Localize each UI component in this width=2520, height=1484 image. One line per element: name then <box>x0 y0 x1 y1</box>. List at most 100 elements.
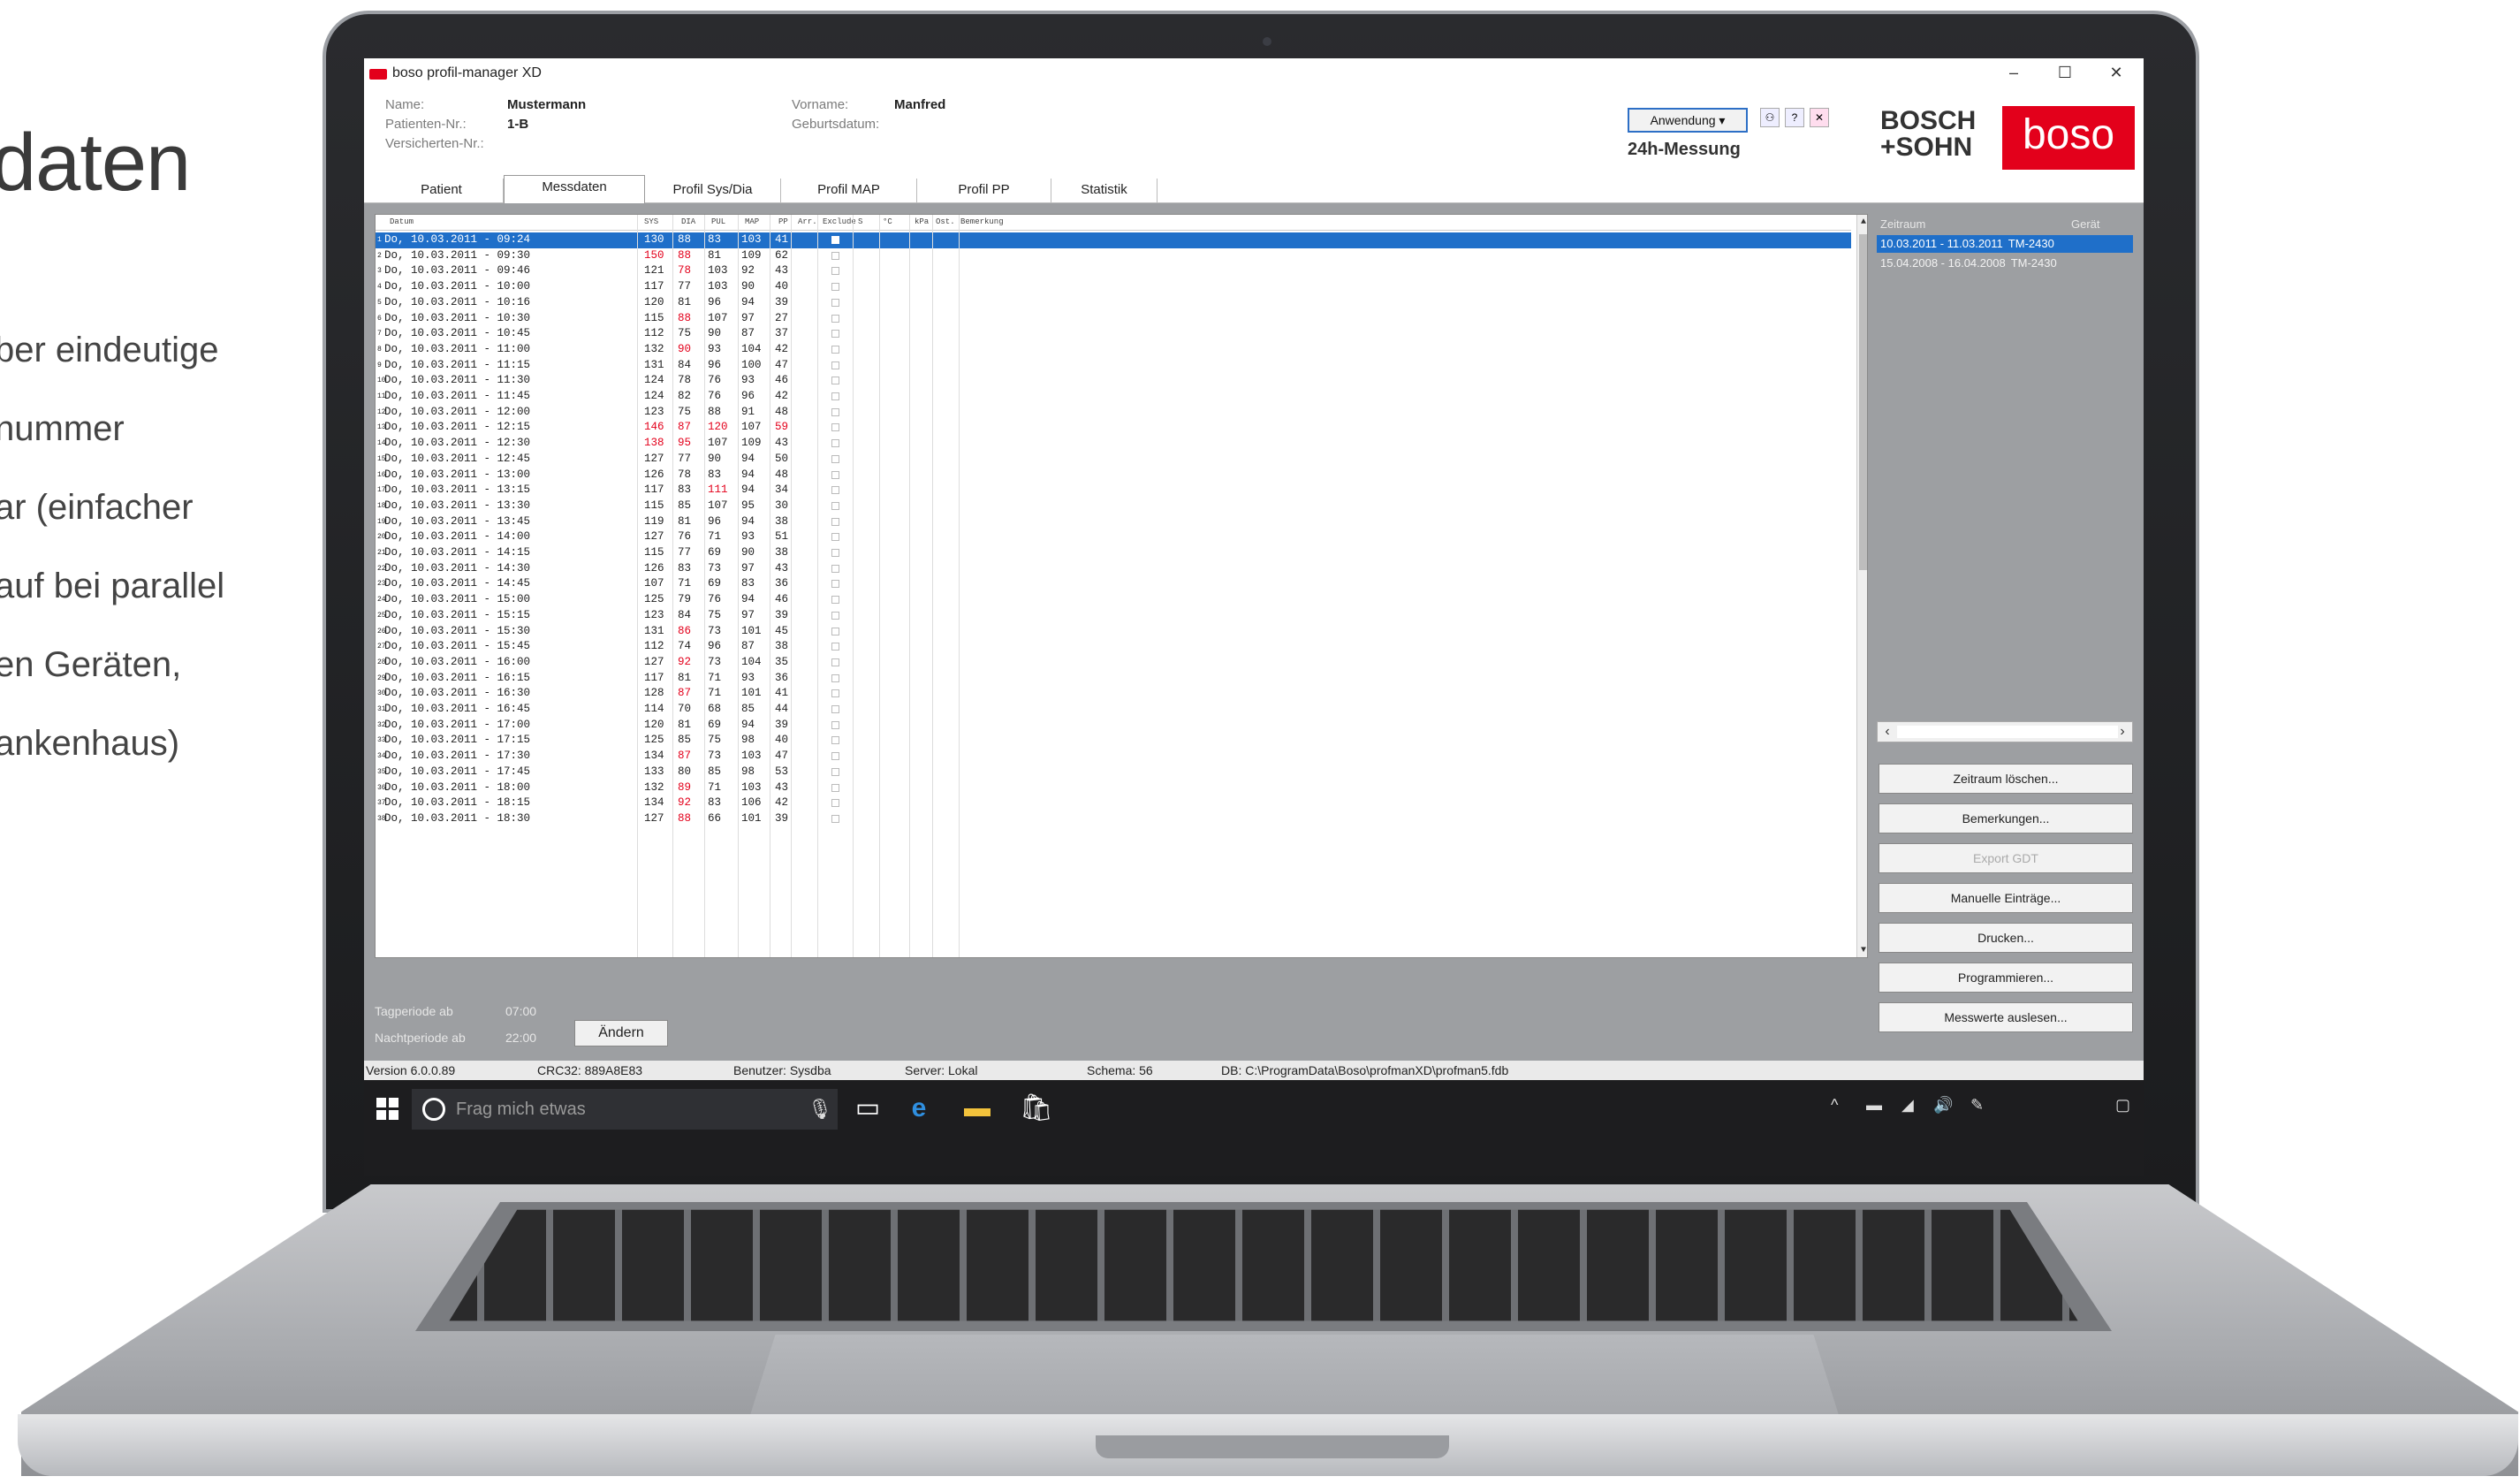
table-row[interactable]: 8 Do, 10.03.2011 - 11:00 132 90 93 104 42 <box>376 342 1851 358</box>
pen-icon[interactable]: ✎ <box>1970 1096 1984 1115</box>
scroll-thumb[interactable] <box>1859 234 1867 570</box>
table-row[interactable]: 21 Do, 10.03.2011 - 14:15 115 77 69 90 38 <box>376 545 1851 561</box>
tab-messdaten[interactable]: Messdaten <box>504 175 645 203</box>
table-row[interactable]: 3 Do, 10.03.2011 - 09:46 121 78 103 92 43 <box>376 263 1851 279</box>
exit-icon[interactable]: ✕ <box>1810 108 1829 127</box>
col-header[interactable]: °C <box>883 217 892 226</box>
exclude-checkbox[interactable] <box>831 330 839 339</box>
table-row[interactable]: 20 Do, 10.03.2011 - 14:00 127 76 71 93 51 <box>376 529 1851 545</box>
scroll-up-icon[interactable]: ▲ <box>1857 217 1867 229</box>
exclude-checkbox[interactable] <box>831 658 839 666</box>
table-row[interactable]: 34 Do, 10.03.2011 - 17:30 134 87 73 103 47 <box>376 749 1851 765</box>
microphone-icon[interactable]: 🎙 <box>808 1098 832 1121</box>
exclude-checkbox[interactable] <box>831 454 839 463</box>
exclude-checkbox[interactable] <box>831 767 839 776</box>
exclude-checkbox[interactable] <box>831 643 839 651</box>
edge-icon[interactable]: e <box>903 1092 935 1124</box>
horizontal-scrollbar[interactable]: ‹ › <box>1877 721 2133 742</box>
exclude-checkbox[interactable] <box>831 439 839 448</box>
search-box[interactable]: Frag mich etwas 🎙 <box>412 1089 838 1130</box>
col-header[interactable]: PP <box>778 217 788 226</box>
exclude-checkbox[interactable] <box>831 814 839 823</box>
table-row[interactable]: 32 Do, 10.03.2011 - 17:00 120 81 69 94 39 <box>376 718 1851 734</box>
table-row[interactable]: 1 Do, 10.03.2011 - 09:24 130 88 83 103 41 <box>376 232 1851 248</box>
col-header[interactable]: SYS <box>644 217 658 226</box>
table-row[interactable]: 29 Do, 10.03.2011 - 16:15 117 81 71 93 36 <box>376 671 1851 687</box>
exclude-checkbox[interactable] <box>831 549 839 557</box>
col-header[interactable]: PUL <box>711 217 725 226</box>
exclude-checkbox[interactable] <box>831 799 839 808</box>
battery-icon[interactable]: ▬ <box>1866 1096 1882 1115</box>
table-row[interactable]: 13 Do, 10.03.2011 - 12:15 146 87 120 107 59 <box>376 420 1851 436</box>
col-header[interactable]: Bemerkung <box>960 217 1004 226</box>
exclude-checkbox[interactable] <box>831 361 839 369</box>
table-row[interactable]: 6 Do, 10.03.2011 - 10:30 115 88 107 97 27 <box>376 311 1851 327</box>
manuelle-einträge-button[interactable]: Manuelle Einträge... <box>1879 883 2133 913</box>
exclude-checkbox[interactable] <box>831 470 839 479</box>
table-row[interactable]: 35 Do, 10.03.2011 - 17:45 133 80 85 98 53 <box>376 765 1851 780</box>
exclude-checkbox[interactable] <box>831 627 839 635</box>
table-row[interactable]: 17 Do, 10.03.2011 - 13:15 117 83 111 94 34 <box>376 483 1851 498</box>
bemerkungen-button[interactable]: Bemerkungen... <box>1879 803 2133 833</box>
messwerte-auslesen-button[interactable]: Messwerte auslesen... <box>1879 1002 2133 1032</box>
table-row[interactable]: 27 Do, 10.03.2011 - 15:45 112 74 96 87 38 <box>376 639 1851 655</box>
anwendung-dropdown[interactable]: Anwendung ▾ <box>1628 108 1748 133</box>
period-row[interactable]: 15.04.2008 - 16.04.2008 TM-2430 <box>1877 255 2133 272</box>
table-row[interactable]: 15 Do, 10.03.2011 - 12:45 127 77 90 94 50 <box>376 452 1851 468</box>
table-row[interactable]: 16 Do, 10.03.2011 - 13:00 126 78 83 94 48 <box>376 468 1851 483</box>
table-row[interactable]: 30 Do, 10.03.2011 - 16:30 128 87 71 101 41 <box>376 686 1851 702</box>
table-row[interactable]: 26 Do, 10.03.2011 - 15:30 131 86 73 101 45 <box>376 624 1851 640</box>
store-icon[interactable]: 🛍 <box>1020 1092 1053 1124</box>
exclude-checkbox[interactable] <box>831 720 839 729</box>
table-row[interactable]: 19 Do, 10.03.2011 - 13:45 119 81 96 94 38 <box>376 514 1851 530</box>
tab-profil-sys-dia[interactable]: Profil Sys/Dia <box>645 179 781 203</box>
exclude-checkbox[interactable] <box>831 377 839 385</box>
exclude-checkbox[interactable] <box>831 423 839 432</box>
maximize-button[interactable]: ☐ <box>2052 64 2078 82</box>
file-explorer-icon[interactable]: ▬ <box>961 1092 993 1124</box>
notification-icon[interactable]: ▢ <box>2115 1096 2130 1115</box>
exclude-checkbox[interactable] <box>831 407 839 416</box>
programmieren-button[interactable]: Programmieren... <box>1879 963 2133 993</box>
exclude-checkbox[interactable] <box>831 783 839 792</box>
table-row[interactable]: 31 Do, 10.03.2011 - 16:45 114 70 68 85 44 <box>376 702 1851 718</box>
exclude-checkbox[interactable] <box>831 298 839 307</box>
scroll-down-icon[interactable]: ▼ <box>1857 945 1867 957</box>
table-row[interactable]: 22 Do, 10.03.2011 - 14:30 126 83 73 97 43 <box>376 561 1851 577</box>
network-icon[interactable]: ◢ <box>1901 1096 1914 1115</box>
tab-patient[interactable]: Patient <box>380 179 504 203</box>
table-row[interactable]: 2 Do, 10.03.2011 - 09:30 150 88 81 109 62 <box>376 248 1851 264</box>
table-row[interactable]: 5 Do, 10.03.2011 - 10:16 120 81 96 94 39 <box>376 295 1851 311</box>
tab-statistik[interactable]: Statistik <box>1051 179 1158 203</box>
minimize-button[interactable]: – <box>2000 64 2027 82</box>
col-header[interactable]: DIA <box>681 217 695 226</box>
aendern-button[interactable]: Ändern <box>574 1020 668 1046</box>
exclude-checkbox[interactable] <box>831 236 839 244</box>
help-icon[interactable]: ? <box>1785 108 1804 127</box>
table-row[interactable]: 14 Do, 10.03.2011 - 12:30 138 95 107 109 43 <box>376 436 1851 452</box>
exclude-checkbox[interactable] <box>831 486 839 495</box>
exclude-checkbox[interactable] <box>831 736 839 745</box>
task-view-icon[interactable]: ▭ <box>852 1092 884 1124</box>
table-row[interactable]: 37 Do, 10.03.2011 - 18:15 134 92 83 106 42 <box>376 795 1851 811</box>
table-row[interactable]: 12 Do, 10.03.2011 - 12:00 123 75 88 91 48 <box>376 405 1851 421</box>
table-row[interactable]: 24 Do, 10.03.2011 - 15:00 125 79 76 94 46 <box>376 592 1851 608</box>
tab-profil-map[interactable]: Profil MAP <box>781 179 917 203</box>
exclude-checkbox[interactable] <box>831 314 839 323</box>
zeitraum-löschen-button[interactable]: Zeitraum löschen... <box>1879 764 2133 794</box>
exclude-checkbox[interactable] <box>831 267 839 276</box>
drucken-button[interactable]: Drucken... <box>1879 923 2133 953</box>
exclude-checkbox[interactable] <box>831 564 839 573</box>
exclude-checkbox[interactable] <box>831 533 839 542</box>
table-row[interactable]: 33 Do, 10.03.2011 - 17:15 125 85 75 98 40 <box>376 733 1851 749</box>
table-row[interactable]: 28 Do, 10.03.2011 - 16:00 127 92 73 104 35 <box>376 655 1851 671</box>
table-row[interactable]: 9 Do, 10.03.2011 - 11:15 131 84 96 100 47 <box>376 358 1851 374</box>
exclude-checkbox[interactable] <box>831 596 839 605</box>
table-row[interactable]: 10 Do, 10.03.2011 - 11:30 124 78 76 93 46 <box>376 373 1851 389</box>
exclude-checkbox[interactable] <box>831 251 839 260</box>
exclude-checkbox[interactable] <box>831 283 839 292</box>
scroll-left-icon[interactable]: ‹ <box>1879 724 1895 740</box>
col-header[interactable]: MAP <box>745 217 759 226</box>
tray-chevron-icon[interactable]: ^ <box>1831 1096 1838 1115</box>
table-row[interactable]: 23 Do, 10.03.2011 - 14:45 107 71 69 83 36 <box>376 576 1851 592</box>
